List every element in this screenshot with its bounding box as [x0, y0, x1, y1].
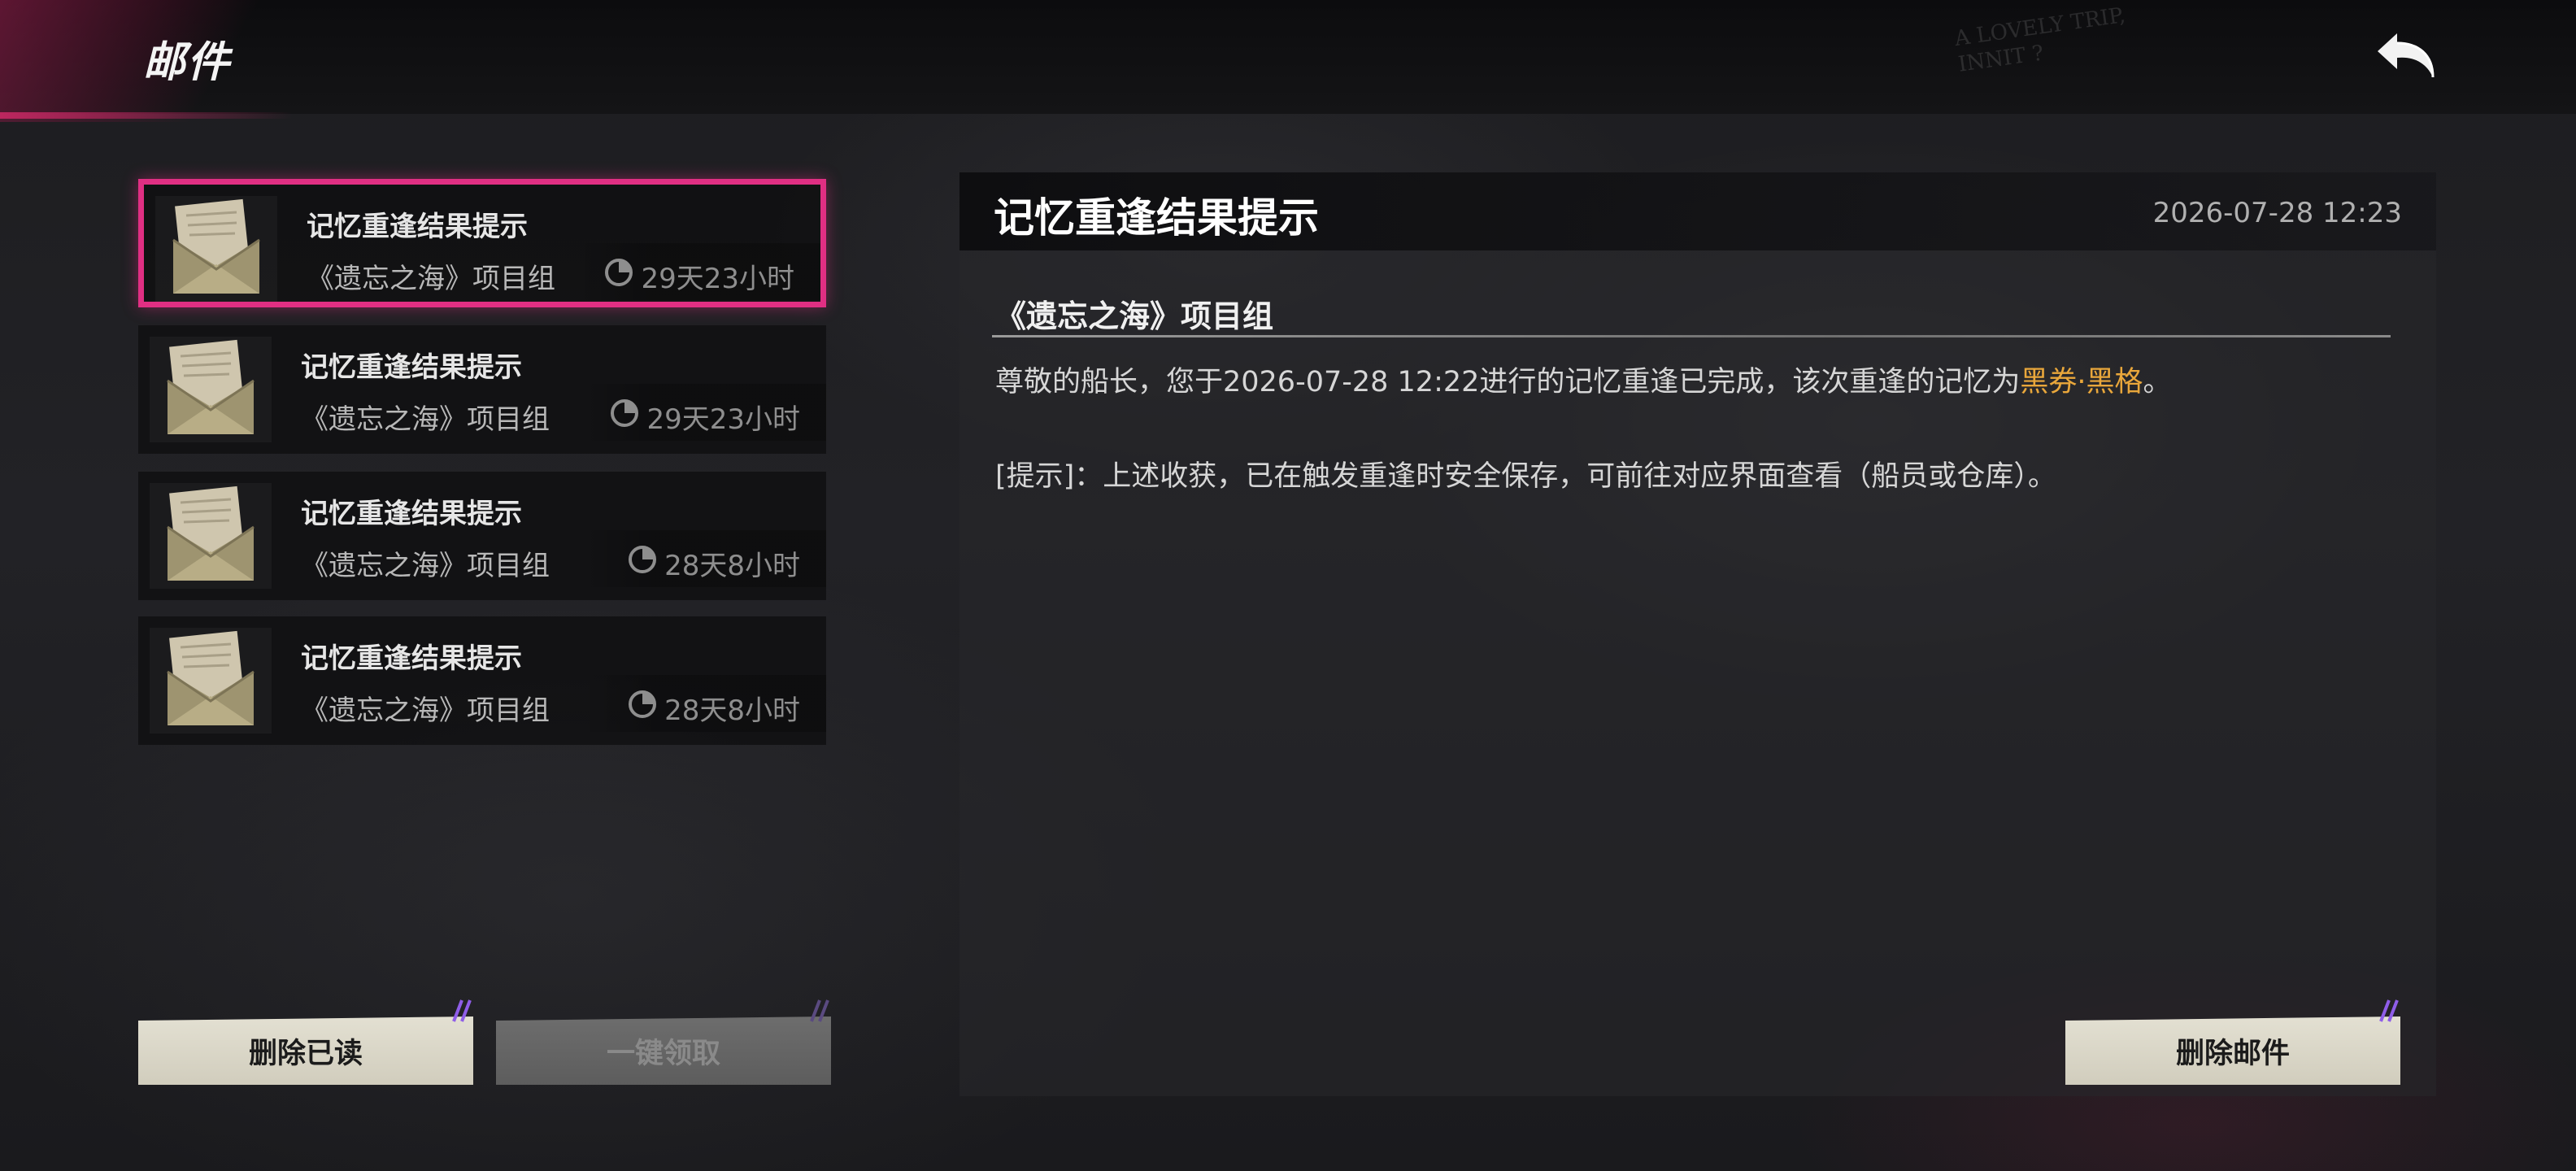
mail-detail-datetime: 2026-07-28 12:23: [2152, 197, 2402, 229]
mail-expiry-text: 29天23小时: [646, 403, 800, 436]
mail-expiry: 29天23小时: [609, 397, 800, 437]
mail-body-text: 尊敬的船长，您于2026-07-28 12:22进行的记忆重逢已完成，该次重逢的…: [995, 366, 2021, 398]
mail-item-1[interactable]: 记忆重逢结果提示 《遗忘之海》项目组 29天23小时: [138, 179, 826, 307]
mail-detail-body: 尊敬的船长，您于2026-07-28 12:22进行的记忆重逢已完成，该次重逢的…: [995, 358, 2394, 546]
decorative-text: A LOVELY TRIP, INNIT ?: [1952, 2, 2127, 77]
mail-detail-header: 记忆重逢结果提示 2026-07-28 12:23: [959, 172, 2436, 250]
mail-expiry: 29天23小时: [603, 256, 794, 296]
back-arrow-icon: [2373, 27, 2441, 87]
page-title: 邮件: [143, 38, 232, 87]
mail-expiry: 28天8小时: [627, 688, 800, 728]
mail-subject: 记忆重逢结果提示: [301, 498, 522, 530]
envelope-icon: [150, 483, 272, 589]
envelope-icon: [155, 196, 277, 302]
envelope-icon: [150, 628, 272, 734]
slash-decoration: [2379, 999, 2399, 1022]
top-bar: 邮件 A LOVELY TRIP, INNIT ?: [0, 0, 2576, 122]
slash-decoration: [810, 999, 829, 1022]
divider: [992, 335, 2391, 337]
clock-icon: [627, 544, 658, 582]
clock-icon: [627, 689, 658, 727]
mail-expiry-text: 28天8小时: [664, 550, 800, 582]
back-button[interactable]: [2370, 24, 2443, 89]
envelope-icon: [150, 337, 272, 442]
mail-screen: 邮件 A LOVELY TRIP, INNIT ? 记忆重逢结果提示 《遗忘之海…: [0, 0, 2576, 1171]
mail-sender: 《遗忘之海》项目组: [301, 694, 550, 727]
mail-sender: 《遗忘之海》项目组: [301, 550, 550, 582]
title-accent: [0, 0, 276, 122]
claim-all-button[interactable]: 一键领取: [496, 1016, 831, 1085]
mail-body-paragraph-1: 尊敬的船长，您于2026-07-28 12:22进行的记忆重逢已完成，该次重逢的…: [995, 358, 2394, 407]
clock-icon: [609, 398, 640, 436]
mail-subject: 记忆重逢结果提示: [301, 351, 522, 384]
mail-sender: 《遗忘之海》项目组: [301, 403, 550, 436]
clock-icon: [603, 257, 634, 295]
mail-item-3[interactable]: 记忆重逢结果提示 《遗忘之海》项目组 28天8小时: [138, 472, 826, 600]
mail-expiry-text: 28天8小时: [664, 694, 800, 727]
mail-item-2[interactable]: 记忆重逢结果提示 《遗忘之海》项目组 29天23小时: [138, 325, 826, 454]
mail-body-text: 。: [2143, 366, 2172, 398]
delete-read-button[interactable]: 删除已读: [138, 1016, 473, 1085]
title-accent-line: [0, 112, 293, 119]
mail-expiry-text: 29天23小时: [641, 263, 794, 295]
mail-detail-panel: 记忆重逢结果提示 2026-07-28 12:23 《遗忘之海》项目组 尊敬的船…: [959, 172, 2436, 1096]
mail-detail-title: 记忆重逢结果提示: [994, 194, 1319, 242]
mail-item-4[interactable]: 记忆重逢结果提示 《遗忘之海》项目组 28天8小时: [138, 616, 826, 745]
mail-subject: 记忆重逢结果提示: [307, 211, 528, 243]
mail-expiry: 28天8小时: [627, 543, 800, 583]
reward-highlight: 黑券·黑格: [2020, 366, 2143, 398]
slash-decoration: [452, 999, 472, 1022]
mail-detail-sender: 《遗忘之海》项目组: [995, 298, 1274, 334]
delete-mail-button[interactable]: 删除邮件: [2065, 1016, 2400, 1085]
mail-subject: 记忆重逢结果提示: [301, 642, 522, 675]
mail-body-paragraph-2: [提示]：上述收获，已在触发重逢时安全保存，可前往对应界面查看（船员或仓库）。: [995, 460, 2056, 493]
mail-sender: 《遗忘之海》项目组: [307, 263, 555, 295]
